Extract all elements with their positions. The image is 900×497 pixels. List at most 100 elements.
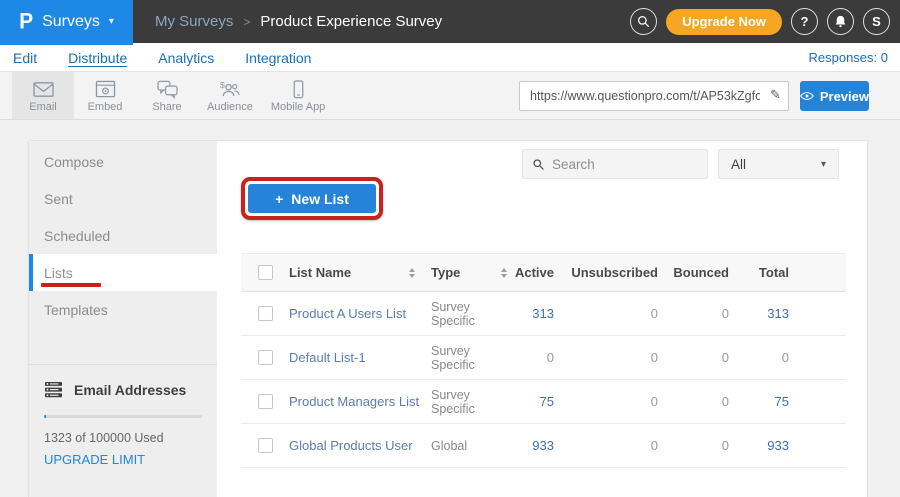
tab-analytics[interactable]: Analytics — [158, 50, 214, 66]
breadcrumb: My Surveys > Product Experience Survey — [155, 13, 442, 30]
bounced-count: 0 — [662, 350, 737, 365]
channel-audience[interactable]: $ Audience — [198, 72, 262, 119]
workspace-label: Surveys — [42, 13, 100, 31]
channel-label: Embed — [88, 101, 123, 113]
channel-mobile-app[interactable]: Mobile App — [262, 72, 334, 119]
lists-table: List Name Type Active Unsubscribed Bounc… — [241, 253, 846, 468]
tab-distribute[interactable]: Distribute — [68, 50, 127, 66]
header-active: Active — [513, 265, 558, 280]
active-count[interactable]: 313 — [513, 306, 558, 321]
active-count[interactable]: 75 — [513, 394, 558, 409]
bounced-count: 0 — [662, 306, 737, 321]
table-header-row: List Name Type Active Unsubscribed Bounc… — [241, 253, 846, 292]
row-checkbox[interactable] — [258, 306, 273, 321]
row-checkbox[interactable] — [258, 394, 273, 409]
sidebar-item-lists[interactable]: Lists — [29, 254, 217, 291]
filter-selected-value: All — [731, 157, 746, 172]
upgrade-now-button[interactable]: Upgrade Now — [666, 9, 782, 35]
search-icon — [532, 158, 545, 171]
list-filter-dropdown[interactable]: All ▾ — [718, 149, 839, 179]
channel-embed[interactable]: Embed — [74, 72, 136, 119]
plus-icon: + — [275, 191, 283, 207]
bell-icon — [833, 14, 848, 29]
table-row: Product A Users List Survey Specific 313… — [241, 292, 846, 336]
channel-label: Email — [29, 101, 57, 113]
header-total: Total — [737, 265, 797, 280]
new-list-button[interactable]: + New List — [248, 184, 376, 213]
channel-label: Mobile App — [271, 101, 325, 113]
email-usage-label: 1323 of 100000 Used — [44, 431, 202, 445]
active-count[interactable]: 933 — [513, 438, 558, 453]
header-checkbox-cell — [241, 265, 289, 280]
survey-nav: Edit Distribute Analytics Integration Re… — [0, 43, 900, 72]
unsubscribed-count: 0 — [558, 394, 662, 409]
help-button[interactable]: ? — [791, 8, 818, 35]
row-checkbox[interactable] — [258, 350, 273, 365]
header-actions: Upgrade Now ? S — [630, 0, 890, 43]
sidebar-item-compose[interactable]: Compose — [29, 143, 217, 180]
sidebar-menu: Compose Sent Scheduled Lists Templates — [29, 141, 217, 328]
header-list-name[interactable]: List Name — [289, 265, 421, 280]
total-count[interactable]: 313 — [737, 306, 797, 321]
unsubscribed-count: 0 — [558, 350, 662, 365]
list-type: Survey Specific — [421, 388, 513, 416]
edit-pencil-icon[interactable]: ✎ — [770, 87, 781, 103]
email-addresses-header: Email Addresses — [44, 381, 202, 398]
annotation-red-highlight: + New List — [241, 177, 383, 220]
survey-url-input[interactable] — [519, 81, 789, 111]
unsubscribed-count: 0 — [558, 306, 662, 321]
list-name-link[interactable]: Product A Users List — [289, 306, 421, 321]
upgrade-limit-link[interactable]: UPGRADE LIMIT — [44, 452, 202, 467]
list-name-link[interactable]: Global Products User — [289, 438, 421, 453]
notifications-button[interactable] — [827, 8, 854, 35]
responses-count[interactable]: Responses: 0 — [809, 43, 889, 72]
sidebar-item-templates[interactable]: Templates — [29, 291, 217, 328]
lists-content: All ▾ + New List List Name — [217, 141, 867, 497]
tab-edit[interactable]: Edit — [13, 50, 37, 66]
list-search-box — [522, 149, 708, 179]
preview-label: Preview — [820, 89, 869, 104]
survey-url-field: ✎ — [519, 81, 789, 111]
embed-window-icon — [94, 80, 117, 99]
chat-bubbles-icon — [156, 80, 179, 99]
total-count[interactable]: 933 — [737, 438, 797, 453]
chevron-down-icon: ▾ — [821, 159, 826, 170]
question-mark-icon: ? — [801, 14, 809, 29]
mobile-phone-icon — [287, 80, 310, 99]
list-name-link[interactable]: Default List-1 — [289, 350, 421, 365]
channel-label: Audience — [207, 101, 253, 113]
app-window: P Surveys ▾ My Surveys > Product Experie… — [0, 0, 900, 497]
list-name-link[interactable]: Product Managers List — [289, 394, 421, 409]
select-all-checkbox[interactable] — [258, 265, 273, 280]
address-list-icon — [44, 381, 63, 398]
questionpro-logo: P — [19, 10, 33, 32]
email-usage-progress-fill — [44, 415, 46, 418]
tab-integration[interactable]: Integration — [245, 50, 311, 66]
search-input[interactable] — [552, 157, 698, 172]
header-bounced: Bounced — [662, 265, 737, 280]
sidebar-item-scheduled[interactable]: Scheduled — [29, 217, 217, 254]
sidebar-item-sent[interactable]: Sent — [29, 180, 217, 217]
channel-share[interactable]: Share — [136, 72, 198, 119]
header-label: Type — [431, 265, 460, 280]
header-label: List Name — [289, 265, 351, 280]
search-button[interactable] — [630, 8, 657, 35]
avatar-letter: S — [872, 14, 881, 29]
total-count[interactable]: 75 — [737, 394, 797, 409]
table-row: Default List-1 Survey Specific 0 0 0 0 — [241, 336, 846, 380]
eye-icon — [800, 91, 814, 101]
row-checkbox[interactable] — [258, 438, 273, 453]
annotation-red-underline — [41, 283, 101, 287]
preview-button[interactable]: Preview — [800, 81, 869, 111]
distribute-channels: Email Embed Share $ Audience Mobile App — [12, 72, 334, 119]
sort-icon — [409, 268, 415, 278]
header-type[interactable]: Type — [421, 265, 513, 280]
lists-panel: Compose Sent Scheduled Lists Templates E… — [28, 140, 868, 497]
svg-text:$: $ — [220, 80, 225, 90]
search-icon — [636, 14, 651, 29]
channel-email[interactable]: Email — [12, 72, 74, 119]
sort-icon — [501, 268, 507, 278]
breadcrumb-my-surveys[interactable]: My Surveys — [155, 13, 233, 30]
account-avatar[interactable]: S — [863, 8, 890, 35]
surveys-product-menu[interactable]: P Surveys ▾ — [0, 0, 133, 43]
